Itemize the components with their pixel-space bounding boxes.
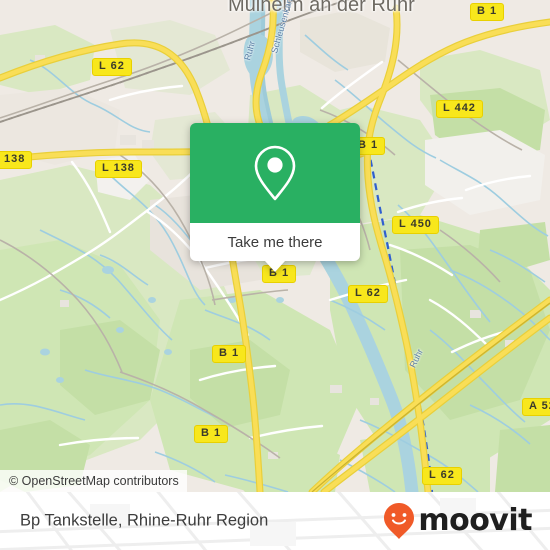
road-shield-b1-sw[interactable]: B 1 [194, 425, 229, 443]
road-shield-b1-ne[interactable]: B 1 [470, 3, 505, 21]
road-shield-l62-east[interactable]: L 62 [348, 285, 388, 303]
popup-image-area [190, 123, 360, 223]
map-pin-icon [254, 145, 296, 201]
moovit-smiley-pin-icon [384, 503, 415, 539]
road-shield-138[interactable]: 138 [0, 151, 33, 169]
brand-logo[interactable]: moovit [382, 502, 532, 540]
location-popup[interactable]: Take me there [190, 123, 360, 272]
popup-tail-pointer [265, 261, 285, 272]
popup-cta-label: Take me there [227, 233, 323, 251]
road-shield-l442[interactable]: L 442 [436, 100, 483, 118]
page-title: Bp Tankstelle, Rhine-Ruhr Region [20, 511, 269, 530]
bottom-bar: Bp Tankstelle, Rhine-Ruhr Region moovit [0, 492, 550, 550]
map-viewport[interactable]: Mülheim an der Ruhr Ruhr Schleusenkanal … [0, 0, 550, 492]
road-shield-l450[interactable]: L 450 [392, 216, 439, 234]
moovit-map-card: Mülheim an der Ruhr Ruhr Schleusenkanal … [0, 0, 550, 550]
road-shield-l138[interactable]: L 138 [95, 160, 142, 178]
road-shield-a52[interactable]: A 52 [522, 398, 550, 416]
road-shield-b1-south[interactable]: B 1 [212, 345, 247, 363]
map-attribution[interactable]: © OpenStreetMap contributors [0, 470, 187, 492]
road-shield-l62-se[interactable]: L 62 [422, 467, 462, 485]
place-label-city: Mülheim an der Ruhr [228, 0, 415, 16]
popup-cta[interactable]: Take me there [190, 223, 360, 272]
road-shield-l62-nw[interactable]: L 62 [92, 58, 132, 76]
brand-name: moovit [418, 503, 532, 538]
